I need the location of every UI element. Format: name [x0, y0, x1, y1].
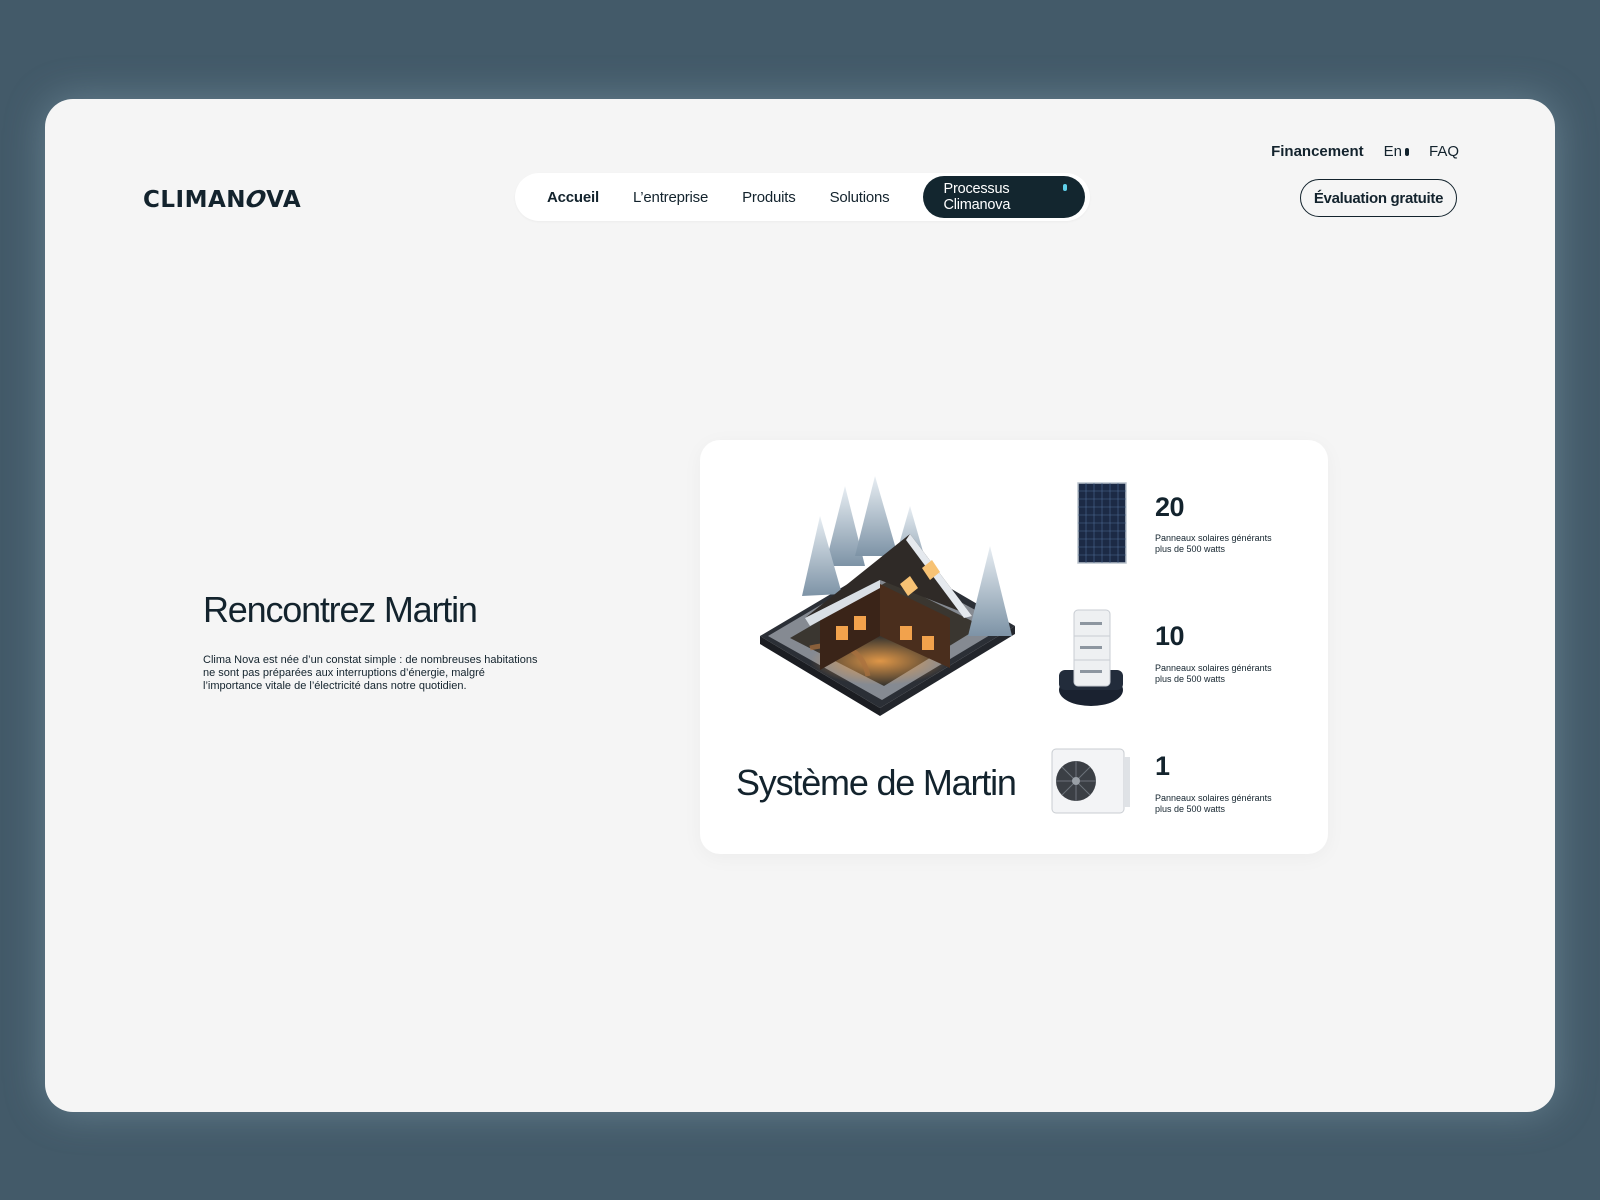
nav-item-produits[interactable]: Produits [742, 189, 796, 206]
main-nav: Accueil L’entreprise Produits Solutions … [515, 173, 1090, 221]
nav-item-processus-button[interactable]: Processus Climanova [923, 176, 1085, 218]
nav-item-entreprise[interactable]: L’entreprise [633, 189, 708, 206]
stat-solar-desc: Panneaux solaires générants plus de 500 … [1155, 533, 1272, 554]
heat-pump-icon [1051, 748, 1130, 814]
stat-battery-value: 10 [1155, 621, 1185, 651]
nav-item-accueil[interactable]: Accueil [547, 189, 599, 206]
top-links: Financement En FAQ [1271, 143, 1459, 160]
stat-solar-value: 20 [1155, 492, 1185, 522]
language-indicator-icon [1404, 147, 1409, 156]
faq-link[interactable]: FAQ [1429, 143, 1459, 160]
intro-title: Rencontrez Martin [203, 589, 478, 630]
nav-item-solutions[interactable]: Solutions [830, 189, 890, 206]
process-indicator-icon [1063, 184, 1067, 191]
battery-icon [1059, 609, 1123, 706]
language-label: En [1383, 143, 1402, 160]
browser-frame: CLIMANOVA Financement En FAQ Accueil L’e… [45, 99, 1555, 1112]
stat-heatpump-desc: Panneaux solaires générants plus de 500 … [1155, 793, 1272, 814]
logo-text-end: VA [266, 187, 302, 213]
house-illustration-icon [760, 476, 1015, 716]
intro-text: Clima Nova est née d’un constat simple :… [203, 654, 538, 692]
process-label: Processus Climanova [943, 181, 1011, 213]
language-switch[interactable]: En [1384, 143, 1409, 160]
financing-link[interactable]: Financement [1271, 143, 1364, 160]
system-card: 20 Panneaux solaires générants plus de 5… [700, 440, 1328, 854]
climanova-logo[interactable]: CLIMANOVA [143, 187, 301, 213]
free-evaluation-button[interactable]: Évaluation gratuite [1300, 179, 1457, 217]
stat-heatpump-value: 1 [1155, 751, 1170, 781]
logo-text-start: CLIMAN [143, 187, 247, 213]
solar-panel-icon [1077, 482, 1127, 564]
stat-battery-desc: Panneaux solaires générants plus de 500 … [1155, 663, 1272, 684]
system-title: Système de Martin [736, 762, 1017, 803]
